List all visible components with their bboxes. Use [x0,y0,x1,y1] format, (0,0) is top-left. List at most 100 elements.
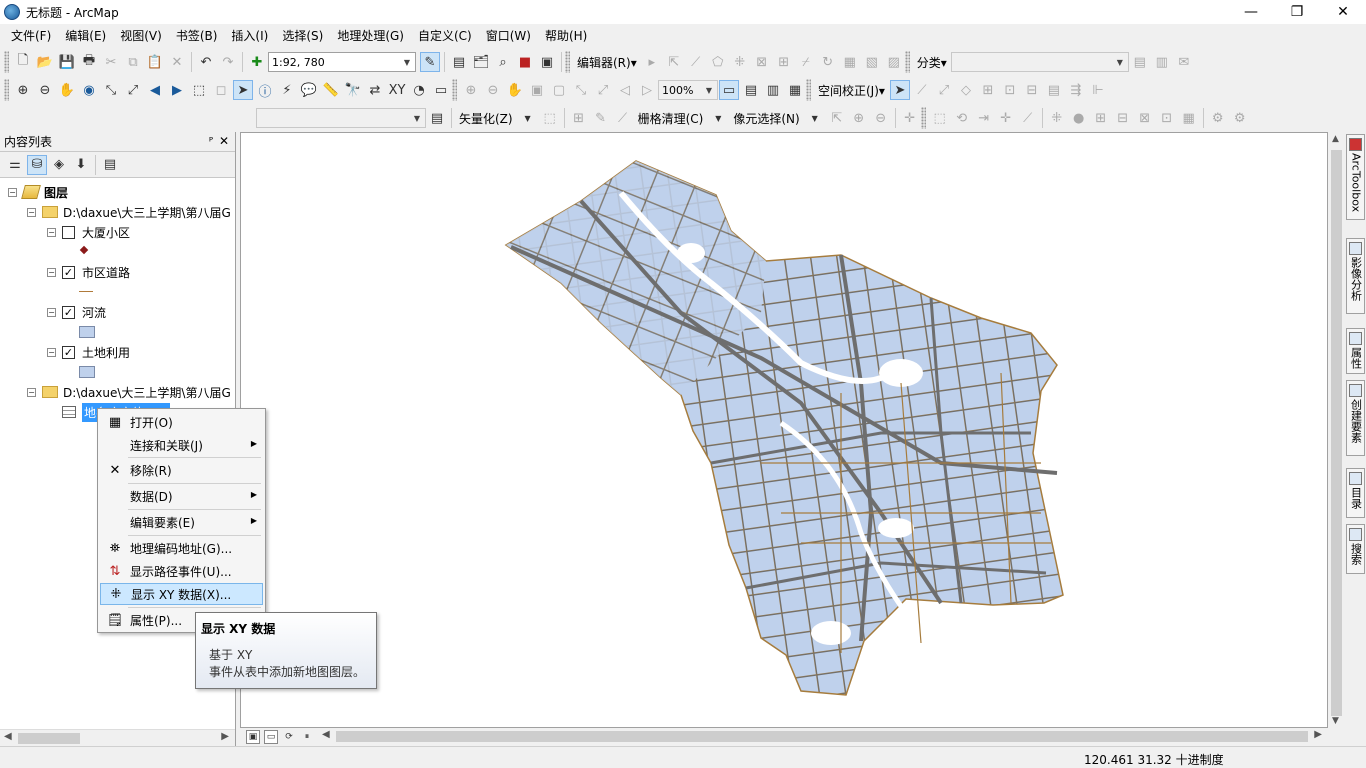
toc-options-icon[interactable]: ▤ [100,155,120,175]
rotate-icon[interactable]: ↻ [818,52,838,72]
menu-windows[interactable]: 窗口(W) [479,24,538,48]
chevron-down-icon[interactable]: ▼ [805,108,825,128]
list-by-selection-icon[interactable]: ⬇ [71,155,91,175]
training-sample-icon[interactable]: ▤ [1130,52,1150,72]
dock-tab-create-features[interactable]: 创建要素 [1346,380,1365,456]
editor-menu[interactable]: 编辑器(R)▾ [573,54,641,71]
tree-row-layer-landuse[interactable]: − ✓ 土地利用 [47,342,130,362]
context-menu-display-xy[interactable]: ⁜ 显示 XY 数据(X)... [100,583,263,605]
layer-visibility-checkbox[interactable]: ✓ [62,265,75,279]
tree-row-layer-daxia[interactable]: − 大厦小区 [47,222,130,242]
print-icon[interactable]: 🖶 [79,52,99,72]
cut-polygon-icon[interactable]: ⊠ [752,52,772,72]
raster-pointer-icon[interactable]: ✛ [900,108,920,128]
select-connected-cells-icon[interactable]: ⇱ [827,108,847,128]
menu-bookmarks[interactable]: 书签(B) [169,24,225,48]
menu-view[interactable]: 视图(V) [113,24,169,48]
full-extent-icon[interactable]: ◉ [79,80,99,100]
edit-annotation-icon[interactable]: ⇱ [664,52,684,72]
raster-snapping-icon[interactable]: ▤ [427,108,447,128]
scrollbar-thumb[interactable] [18,733,80,744]
topology-errors-icon[interactable]: ⊡ [1157,108,1177,128]
table-of-contents-icon[interactable]: ▤ [449,52,469,72]
toolbar-grip[interactable] [565,51,570,73]
tree-row-folder-1[interactable]: − D:\daxue\大三上学期\第八届G [27,202,231,222]
collapse-icon[interactable]: − [47,307,56,317]
zoom-in-icon[interactable]: ⊕ [13,80,33,100]
close-window-button[interactable]: ✕ [1320,0,1366,24]
fixed-in-icon[interactable]: ⤡ [571,80,591,100]
context-menu-edit-features[interactable]: 编辑要素(E) ▶ [100,511,263,533]
focus-data-frame-icon[interactable]: ▤ [741,80,761,100]
georef-select-icon[interactable]: ⬚ [930,108,950,128]
menu-selection[interactable]: 选择(S) [275,24,330,48]
reshape-icon[interactable]: ⌿ [796,52,816,72]
cell-selection-menu[interactable]: 像元选择(N) [729,110,803,127]
grid-table-icon[interactable]: ⊞ [978,80,998,100]
georef-scale-icon[interactable]: ✛ [996,108,1016,128]
data-driven-pages-icon[interactable]: ▦ [785,80,805,100]
fixed-out-icon[interactable]: ⤢ [593,80,613,100]
add-cells-icon[interactable]: ⊕ [849,108,869,128]
arctoolbox-icon[interactable]: ■ [515,52,535,72]
vectorization-menu[interactable]: 矢量化(Z) [455,110,517,127]
toolbar-grip[interactable] [452,79,457,101]
refresh-icon[interactable]: ⟳ [282,730,296,744]
context-menu-data[interactable]: 数据(D) ▶ [100,485,263,507]
collapse-icon[interactable]: − [47,347,56,357]
dock-tab-search[interactable]: 搜索 [1346,524,1365,574]
layout-view-icon[interactable]: ▭ [264,729,278,744]
dock-tab-catalog[interactable]: 目录 [1346,468,1365,518]
attribute-transfer-icon[interactable]: ⇶ [1066,80,1086,100]
context-menu-open[interactable]: ▦ 打开(O) [100,411,263,433]
pause-drawing-icon[interactable]: ⏸ [300,730,314,744]
catalog-window-icon[interactable]: 🗂 [471,52,491,72]
change-layout-icon[interactable]: ▥ [763,80,783,100]
html-popup-icon[interactable]: 💬 [299,80,319,100]
polygon-sketch-icon[interactable]: ⬠ [708,52,728,72]
back-extent-icon[interactable]: ◀ [145,80,165,100]
new-document-icon[interactable]: 🗋 [13,52,33,72]
layout-zoom-out-icon[interactable]: ⊖ [483,80,503,100]
select-elements-icon[interactable]: ➤ [233,80,253,100]
cut-icon[interactable]: ✂ [101,52,121,72]
vertex-edit-icon[interactable]: ⁜ [1047,108,1067,128]
menu-customize[interactable]: 自定义(C) [411,24,479,48]
tree-row-layer-rivers[interactable]: − ✓ 河流 [47,302,106,322]
context-menu-route-events[interactable]: ⇅ 显示路径事件(U)... [100,560,263,582]
layer-visibility-checkbox[interactable]: ✓ [62,305,75,319]
zoom-100-icon[interactable]: ▢ [549,80,569,100]
editor-toolbar-icon[interactable]: ✎ [420,52,440,72]
toolbar-grip[interactable] [920,107,926,129]
zoom-out-icon[interactable]: ⊖ [35,80,55,100]
menu-insert[interactable]: 插入(I) [224,24,275,48]
map-scale-combo[interactable]: 1:92, 780 ▼ [268,52,416,72]
go-to-xy-icon[interactable]: XY [387,80,407,100]
modify-link-icon[interactable]: ⤢ [934,80,954,100]
toggle-draft-mode-icon[interactable]: ▭ [719,80,739,100]
chevron-down-icon[interactable]: ▼ [518,108,538,128]
raster-layer-combo[interactable]: ▼ [256,108,426,128]
straight-segment-icon[interactable]: ⟋ [686,52,706,72]
undo-icon[interactable]: ↶ [196,52,216,72]
menu-edit[interactable]: 编辑(E) [58,24,113,48]
toc-horizontal-scrollbar[interactable]: ◀ ▶ [0,729,235,746]
save-icon[interactable]: 💾 [57,52,77,72]
delete-icon[interactable]: ✕ [167,52,187,72]
redo-icon[interactable]: ↷ [218,52,238,72]
tree-row-folder-2[interactable]: − D:\daxue\大三上学期\第八届G [27,382,231,402]
scroll-right-icon[interactable]: ▶ [221,731,229,742]
pencil-icon[interactable]: ✎ [591,108,611,128]
find-route-icon[interactable]: ⇄ [365,80,385,100]
open-folder-icon[interactable]: 📂 [35,52,55,72]
scrollbar-thumb[interactable] [1331,150,1342,716]
scroll-down-icon[interactable]: ▼ [1332,716,1339,726]
chevron-down-icon[interactable]: ▼ [708,108,728,128]
add-data-icon[interactable]: ✚ [247,52,267,72]
spatial-adjustment-menu[interactable]: 空间校正(J)▾ [814,82,889,99]
collapse-icon[interactable]: − [47,267,56,277]
search-window-icon[interactable]: ⌕ [493,52,513,72]
raster-cleanup-menu[interactable]: 栅格清理(C) [634,110,708,127]
tree-row-layer-roads[interactable]: − ✓ 市区道路 [47,262,130,282]
animation-icon[interactable]: ⚙ [1208,108,1228,128]
